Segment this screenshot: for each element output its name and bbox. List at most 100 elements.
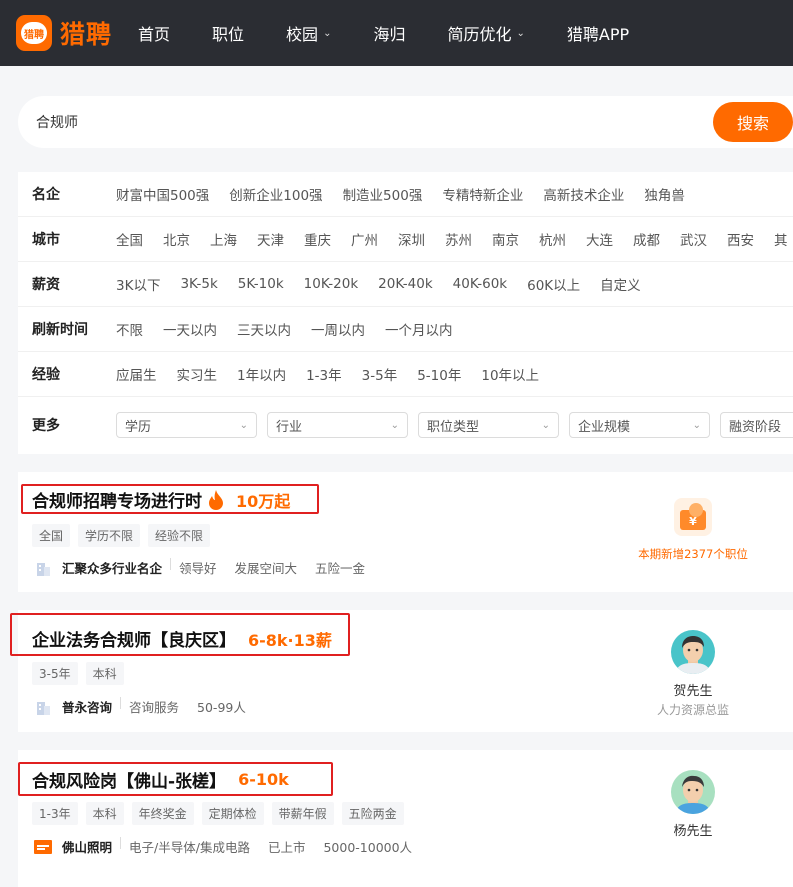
logo-bubble: 猎聘	[21, 22, 47, 44]
filter-select[interactable]: 行业 ⌄	[267, 412, 408, 438]
company-row[interactable]: 汇聚众多行业名企 领导好 发展空间大 五险一金	[34, 558, 383, 577]
filter-option[interactable]: 40K-60k	[453, 276, 507, 292]
job-title[interactable]: 合规风险岗【佛山-张槎】	[32, 767, 226, 792]
flame-icon	[209, 489, 223, 510]
recruiter-col[interactable]: 杨先生	[628, 770, 758, 839]
job-title[interactable]: 合规师招聘专场进行时	[32, 487, 202, 512]
filter-option[interactable]: 南京	[492, 229, 519, 249]
promo-col[interactable]: ¥ 本期新增2377个职位	[628, 496, 758, 562]
filter-option[interactable]: 自定义	[600, 274, 641, 294]
job-tag: 带薪年假	[271, 802, 334, 825]
promo-text: 本期新增2377个职位	[638, 547, 748, 561]
filter-option[interactable]: 独角兽	[644, 184, 685, 204]
filter-option[interactable]: 西安	[727, 229, 754, 249]
company-info: 咨询服务 50-99人	[120, 697, 264, 716]
filter-option[interactable]: 应届生	[116, 364, 157, 384]
job-card-2[interactable]: 企业法务合规师【良庆区】 6-8k·13薪 3-5年 本科 普永咨询 咨询服务 50…	[10, 610, 793, 732]
search-input[interactable]: 合规师	[36, 112, 793, 132]
filter-row-5: 经验 应届生 实习生 1年以内 1-3年 3-5年 5-10年 10年以上	[18, 352, 793, 397]
filter-option[interactable]: 其	[774, 229, 788, 249]
filter-option[interactable]: 天津	[257, 229, 284, 249]
avatar	[671, 770, 715, 814]
recruiter-col[interactable]: 贺先生 人力资源总监	[628, 630, 758, 718]
filter-option[interactable]: 3K-5k	[180, 276, 217, 292]
filter-option[interactable]: 3K以下	[116, 274, 160, 294]
filter-option[interactable]: 制造业500强	[343, 184, 423, 204]
job-tag: 五险两金	[341, 802, 404, 825]
filter-option[interactable]: 全国	[116, 229, 143, 249]
filter-option[interactable]: 高新技术企业	[543, 184, 624, 204]
filter-option[interactable]: 北京	[163, 229, 190, 249]
company-info-item: 已上市	[267, 840, 306, 855]
company-name[interactable]: 汇聚众多行业名企	[62, 558, 162, 577]
filter-row-1: 名企 财富中国500强 创新企业100强 制造业500强 专精特新企业 高新技术企业 独角兽	[18, 172, 793, 217]
logo[interactable]: 猎聘 猎聘	[16, 15, 112, 51]
job-title-row[interactable]: 企业法务合规师【良庆区】 6-8k·13薪	[32, 626, 332, 652]
filter-option[interactable]: 武汉	[680, 229, 707, 249]
filter-select-label: 企业规模	[578, 419, 631, 435]
divider	[120, 697, 122, 709]
filter-option[interactable]: 实习生	[177, 364, 218, 384]
filter-row-more: 更多 学历 ⌄ 行业 ⌄ 职位类型 ⌄ 企业规模 ⌄ 融资阶段⌄	[18, 397, 793, 453]
nav-item-1[interactable]: 首页	[138, 21, 170, 45]
filter-option[interactable]: 重庆	[304, 229, 331, 249]
filter-option[interactable]: 成都	[633, 229, 660, 249]
filter-row-4: 刷新时间 不限 一天以内 三天以内 一周以内 一个月以内	[18, 307, 793, 352]
filter-option[interactable]: 一天以内	[163, 319, 217, 339]
company-info: 电子/半导体/集成电路 已上市 5000-10000人	[120, 837, 430, 856]
job-card-1[interactable]: 合规师招聘专场进行时 10万起 全国 学历不限 经验不限 汇聚众多行业名企 领导好 发…	[18, 472, 793, 592]
filter-option[interactable]: 20K-40k	[378, 276, 432, 292]
job-tag: 经验不限	[148, 524, 211, 547]
recruiter-name: 贺先生	[673, 684, 713, 699]
filter-option[interactable]: 大连	[586, 229, 613, 249]
filter-select[interactable]: 企业规模 ⌄	[569, 412, 710, 438]
company-name[interactable]: 普永咨询	[62, 697, 112, 716]
job-title-row[interactable]: 合规师招聘专场进行时 10万起	[32, 487, 290, 512]
recruiter-avatar-icon	[671, 770, 715, 814]
search-button[interactable]: 搜索	[713, 102, 793, 142]
company-info-item: 50-99人	[197, 700, 246, 715]
company-row[interactable]: 佛山照明 电子/半导体/集成电路 已上市 5000-10000人	[34, 837, 430, 856]
nav-item-2[interactable]: 职位	[212, 21, 244, 45]
nav-item-4[interactable]: 海归	[373, 21, 405, 45]
filter-option[interactable]: 深圳	[398, 229, 425, 249]
filter-option[interactable]: 苏州	[445, 229, 472, 249]
nav-item-label: 职位	[212, 25, 245, 44]
filter-option[interactable]: 创新企业100强	[229, 184, 322, 204]
filter-option[interactable]: 1-3年	[306, 364, 342, 384]
filter-select[interactable]: 职位类型 ⌄	[418, 412, 559, 438]
filter-option[interactable]: 一周以内	[311, 319, 365, 339]
filter-option[interactable]: 5-10年	[417, 364, 461, 384]
filter-option[interactable]: 上海	[210, 229, 237, 249]
filter-option[interactable]: 1年以内	[237, 364, 286, 384]
nav-item-5[interactable]: 简历优化 ⌄	[447, 21, 524, 45]
job-title[interactable]: 企业法务合规师【良庆区】	[32, 626, 236, 651]
job-title-row[interactable]: 合规风险岗【佛山-张槎】 6-10k	[32, 767, 289, 792]
job-tag: 年终奖金	[131, 802, 194, 825]
promo-badge-icon: ¥	[674, 498, 712, 536]
filter-option[interactable]: 3-5年	[362, 364, 398, 384]
filter-option[interactable]: 一个月以内	[385, 319, 453, 339]
search-bar: 合规师 搜索	[18, 96, 793, 148]
job-card-3[interactable]: 合规风险岗【佛山-张槎】 6-10k 1-3年 本科 年终奖金 定期体检 带薪年假 五险两…	[18, 750, 793, 887]
job-tag: 本科	[85, 662, 124, 685]
company-name[interactable]: 佛山照明	[62, 837, 112, 856]
filter-option[interactable]: 60K以上	[527, 274, 580, 294]
nav-item-3[interactable]: 校园 ⌄	[286, 21, 331, 45]
filter-option[interactable]: 不限	[116, 319, 143, 339]
filter-select[interactable]: 融资阶段⌄	[720, 412, 793, 438]
chevron-down-icon: ⌄	[516, 27, 525, 39]
filter-option[interactable]: 10K-20k	[304, 276, 358, 292]
filter-option[interactable]: 广州	[351, 229, 378, 249]
filter-label: 城市	[32, 232, 60, 248]
filter-select[interactable]: 学历 ⌄	[116, 412, 257, 438]
company-row[interactable]: 普永咨询 咨询服务 50-99人	[34, 697, 264, 716]
job-tag: 定期体检	[201, 802, 264, 825]
filter-option[interactable]: 10年以上	[481, 364, 539, 384]
filter-option[interactable]: 5K-10k	[238, 276, 284, 292]
nav-item-6[interactable]: 猎聘APP	[567, 21, 629, 45]
filter-option[interactable]: 杭州	[539, 229, 566, 249]
filter-option[interactable]: 三天以内	[237, 319, 291, 339]
filter-option[interactable]: 财富中国500强	[116, 184, 209, 204]
filter-option[interactable]: 专精特新企业	[442, 184, 523, 204]
